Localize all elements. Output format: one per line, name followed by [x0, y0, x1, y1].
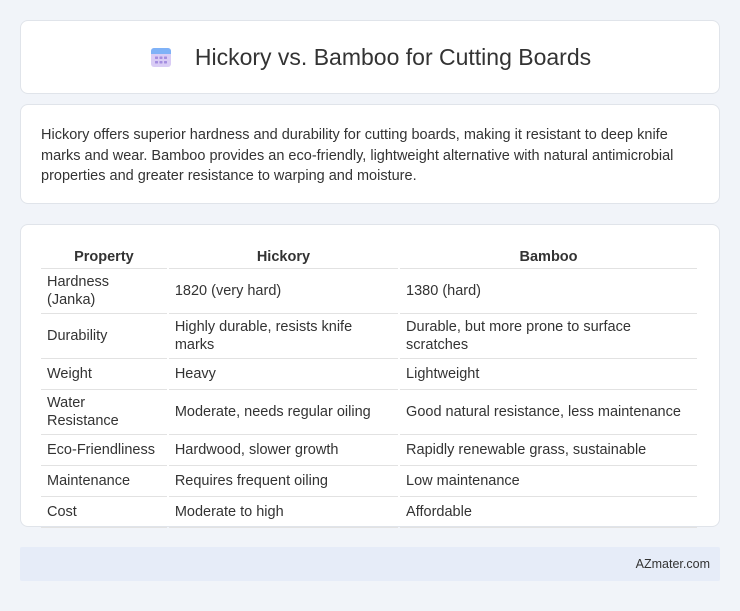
cell-property: Cost	[41, 497, 167, 528]
table-row: Durability Highly durable, resists knife…	[41, 314, 697, 359]
comparison-table-card: Property Hickory Bamboo Hardness (Janka)…	[20, 224, 720, 528]
cell-bamboo: Rapidly renewable grass, sustainable	[400, 435, 697, 466]
cell-bamboo: Low maintenance	[400, 466, 697, 497]
summary-text: Hickory offers superior hardness and dur…	[41, 127, 674, 184]
cell-hickory: Hardwood, slower growth	[168, 435, 399, 466]
table-header-row: Property Hickory Bamboo	[41, 245, 697, 269]
calendar-icon	[149, 45, 173, 69]
header-property: Property	[41, 245, 167, 269]
cell-bamboo: Good natural resistance, less maintenanc…	[400, 390, 697, 435]
comparison-table: Property Hickory Bamboo Hardness (Janka)…	[39, 245, 699, 528]
table-row: Eco-Friendliness Hardwood, slower growth…	[41, 435, 697, 466]
cell-bamboo: Durable, but more prone to surface scrat…	[400, 314, 697, 359]
cell-hickory: Heavy	[168, 359, 399, 390]
header-bamboo: Bamboo	[400, 245, 697, 269]
header-hickory: Hickory	[168, 245, 399, 269]
table-row: Weight Heavy Lightweight	[41, 359, 697, 390]
footer: AZmater.com	[20, 547, 720, 581]
cell-bamboo: Affordable	[400, 497, 697, 528]
cell-property: Maintenance	[41, 466, 167, 497]
cell-property: Weight	[41, 359, 167, 390]
cell-property: Eco-Friendliness	[41, 435, 167, 466]
summary-card: Hickory offers superior hardness and dur…	[20, 104, 720, 204]
cell-hickory: Requires frequent oiling	[168, 466, 399, 497]
table-row: Cost Moderate to high Affordable	[41, 497, 697, 528]
cell-hickory: Moderate to high	[168, 497, 399, 528]
cell-bamboo: Lightweight	[400, 359, 697, 390]
footer-site-name[interactable]: AZmater.com	[636, 557, 710, 571]
cell-bamboo: 1380 (hard)	[400, 269, 697, 314]
title-card: Hickory vs. Bamboo for Cutting Boards	[20, 20, 720, 94]
cell-hickory: Moderate, needs regular oiling	[168, 390, 399, 435]
table-row: Hardness (Janka) 1820 (very hard) 1380 (…	[41, 269, 697, 314]
cell-hickory: Highly durable, resists knife marks	[168, 314, 399, 359]
table-row: Water Resistance Moderate, needs regular…	[41, 390, 697, 435]
page-title: Hickory vs. Bamboo for Cutting Boards	[194, 43, 592, 70]
cell-hickory: 1820 (very hard)	[168, 269, 399, 314]
cell-property: Hardness (Janka)	[41, 269, 167, 314]
table-row: Maintenance Requires frequent oiling Low…	[41, 466, 697, 497]
cell-property: Durability	[41, 314, 167, 359]
cell-property: Water Resistance	[41, 390, 167, 435]
